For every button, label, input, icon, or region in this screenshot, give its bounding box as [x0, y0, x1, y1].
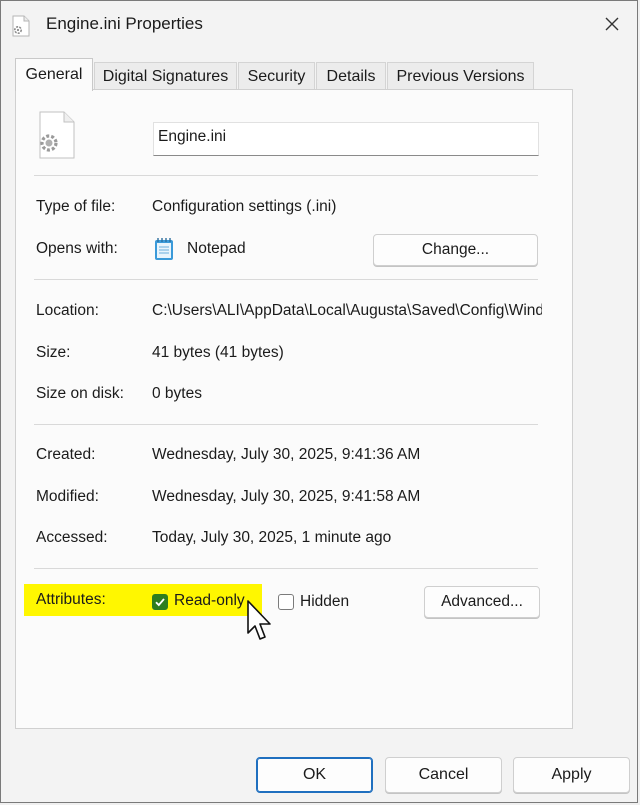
large-ini-file-icon — [36, 110, 78, 160]
tab-digital-signatures[interactable]: Digital Signatures — [94, 62, 237, 90]
ini-file-icon — [12, 15, 30, 37]
type-of-file-value: Configuration settings (.ini) — [152, 198, 337, 215]
notepad-icon — [154, 237, 174, 261]
apply-button[interactable]: Apply — [513, 757, 630, 793]
close-button[interactable] — [595, 7, 629, 41]
close-icon — [605, 17, 619, 31]
mouse-pointer-icon — [246, 599, 274, 645]
size-label: Size: — [36, 344, 71, 361]
advanced-button[interactable]: Advanced... — [424, 586, 540, 618]
size-value: 41 bytes (41 bytes) — [152, 344, 284, 361]
general-tab-panel: Engine.ini Type of file: Configuration s… — [15, 89, 573, 729]
cancel-button[interactable]: Cancel — [385, 757, 502, 793]
separator — [34, 175, 538, 176]
separator — [34, 424, 538, 425]
tab-details[interactable]: Details — [316, 62, 386, 90]
ok-button[interactable]: OK — [256, 757, 373, 793]
checkmark-icon — [155, 598, 165, 607]
size-on-disk-label: Size on disk: — [36, 385, 124, 402]
hidden-label[interactable]: Hidden — [300, 593, 349, 611]
modified-value: Wednesday, July 30, 2025, 9:41:58 AM — [152, 488, 421, 505]
hidden-checkbox[interactable] — [278, 594, 294, 610]
created-value: Wednesday, July 30, 2025, 9:41:36 AM — [152, 446, 421, 463]
tab-security[interactable]: Security — [238, 62, 315, 90]
tab-previous-versions[interactable]: Previous Versions — [387, 62, 534, 90]
accessed-value: Today, July 30, 2025, 1 minute ago — [152, 529, 392, 546]
size-on-disk-value: 0 bytes — [152, 385, 202, 402]
location-label: Location: — [36, 302, 99, 319]
properties-dialog: Engine.ini Properties General Digital Si… — [0, 0, 638, 803]
attributes-label: Attributes: — [36, 591, 106, 608]
opens-with-value: Notepad — [187, 240, 246, 257]
created-label: Created: — [36, 446, 96, 463]
window-title: Engine.ini Properties — [46, 14, 203, 33]
file-name-input[interactable]: Engine.ini — [153, 122, 539, 156]
location-value: C:\Users\ALI\AppData\Local\Augusta\Saved… — [152, 302, 542, 319]
read-only-checkbox[interactable] — [152, 594, 168, 610]
tab-general[interactable]: General — [15, 58, 93, 91]
change-button[interactable]: Change... — [373, 234, 538, 266]
separator — [34, 568, 538, 569]
title-bar[interactable]: Engine.ini Properties — [1, 1, 637, 47]
modified-label: Modified: — [36, 488, 99, 505]
read-only-label[interactable]: Read-only — [174, 592, 245, 610]
accessed-label: Accessed: — [36, 529, 108, 546]
type-of-file-label: Type of file: — [36, 198, 116, 215]
separator — [34, 279, 538, 280]
opens-with-label: Opens with: — [36, 240, 118, 257]
